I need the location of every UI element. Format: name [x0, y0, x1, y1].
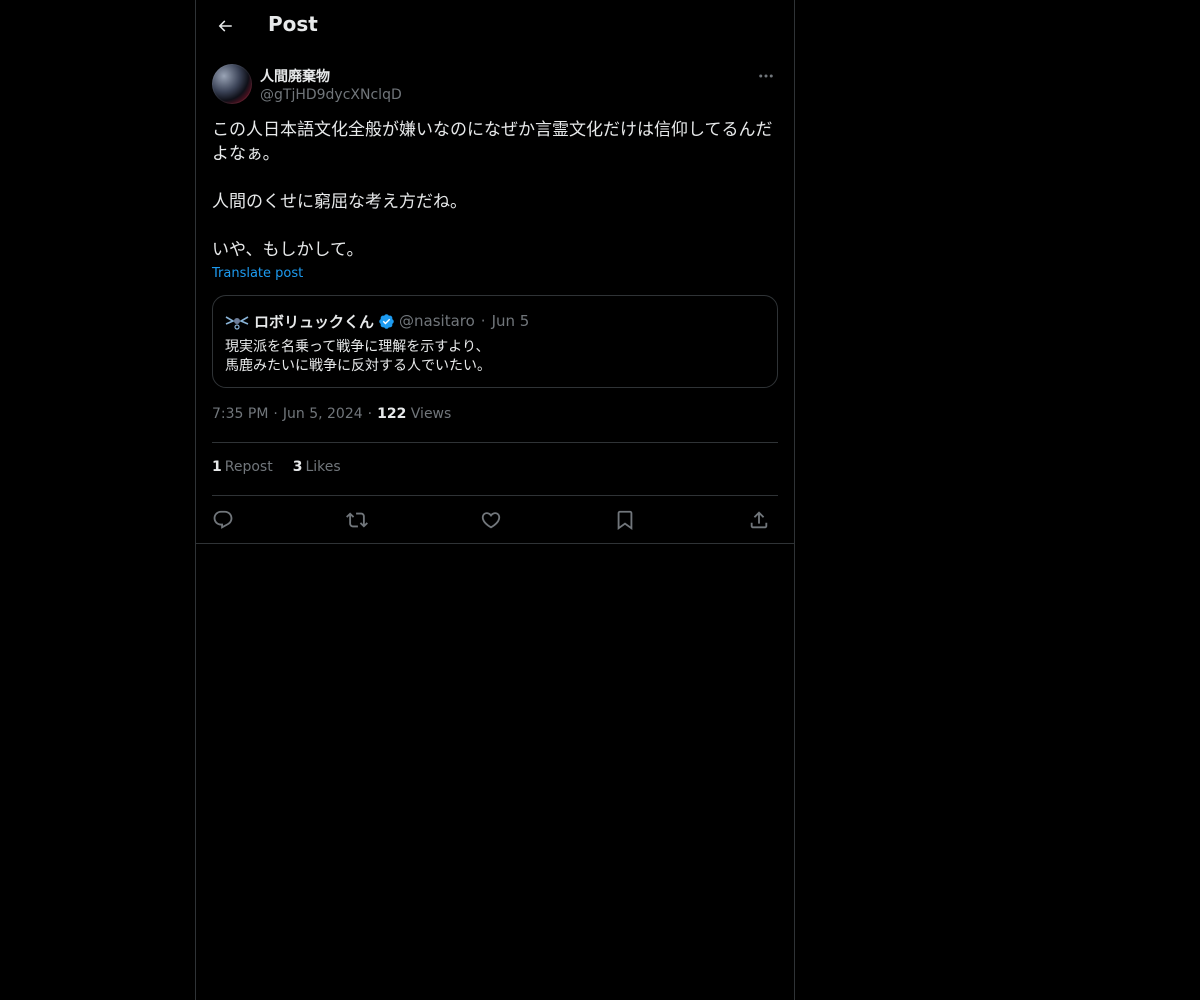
divider	[196, 543, 794, 544]
separator-dot: ·	[367, 406, 373, 422]
reposts-stat[interactable]: 1 Repost	[212, 459, 273, 475]
post-paragraph: いや、もしかして。	[212, 240, 364, 260]
post-date[interactable]: Jun 5, 2024	[283, 406, 363, 422]
quoted-text: 現実派を名乗って戦争に理解を示すより、 馬鹿みたいに戦争に反対する人でいたい。	[225, 338, 765, 376]
verified-badge-icon	[378, 313, 395, 330]
more-icon	[759, 74, 773, 78]
reposts-count: 1	[212, 459, 222, 475]
quoted-text-line: 現実派を名乗って戦争に理解を示すより、	[225, 339, 490, 355]
robot-avatar-icon	[225, 316, 249, 330]
quoted-avatar[interactable]	[225, 311, 249, 331]
reply-button[interactable]	[208, 505, 238, 535]
likes-count: 3	[292, 459, 303, 475]
more-button[interactable]	[754, 66, 778, 86]
repost-button[interactable]	[342, 505, 372, 535]
translate-post-link[interactable]: Translate post	[212, 266, 303, 281]
bookmark-button[interactable]	[610, 505, 640, 535]
quoted-handle: @nasitaro	[399, 312, 475, 330]
avatar[interactable]	[212, 64, 252, 104]
views-label: Views	[410, 406, 452, 422]
divider	[212, 442, 778, 443]
separator-dot: ·	[273, 406, 278, 422]
bookmark-icon	[617, 510, 633, 531]
quoted-post[interactable]: ロボリュックくん @nasitaro · Jun 5 現実派を名乗って戦争に理解…	[212, 295, 778, 388]
quoted-date[interactable]: Jun 5	[492, 312, 530, 330]
views-count: 122	[377, 406, 407, 422]
share-button[interactable]	[744, 505, 774, 535]
divider	[212, 495, 778, 496]
back-arrow-icon	[218, 20, 232, 32]
reply-icon	[213, 510, 233, 529]
quoted-post-header: ロボリュックくん @nasitaro · Jun 5	[225, 310, 529, 332]
post-header: Post	[196, 0, 794, 53]
separator-dot: ·	[480, 312, 486, 330]
post-stats: 1 Repost 3 Likes	[212, 459, 361, 475]
quoted-text-line: 馬鹿みたいに戦争に反対する人でいたい。	[225, 358, 491, 374]
post-meta: 7:35 PM · Jun 5, 2024 · 122 Views	[212, 406, 451, 422]
back-button[interactable]	[208, 9, 242, 43]
action-bar	[212, 505, 778, 535]
likes-label: Likes	[305, 459, 341, 475]
post-text: この人日本語文化全般が嫌いなのになぜか言霊文化だけは信仰してるんだ よなぁ。 人…	[212, 118, 780, 262]
like-button[interactable]	[476, 505, 506, 535]
post-paragraph: この人日本語文化全般が嫌いなのになぜか言霊文化だけは信仰してるんだ よなぁ。	[212, 120, 773, 164]
share-icon	[750, 511, 768, 529]
quoted-display-name: ロボリュックくん	[254, 312, 375, 331]
repost-icon	[346, 512, 368, 528]
author-handle[interactable]: @gTjHD9dycXNclqD	[260, 87, 402, 103]
likes-stat[interactable]: 3 Likes	[293, 459, 341, 475]
post-time[interactable]: 7:35 PM	[212, 406, 268, 422]
primary-column: Post 人間廃棄物 @gTjHD9dycXNclqD この人日本語文化全般が嫌…	[195, 0, 795, 1000]
like-icon	[481, 512, 501, 529]
author-display-name[interactable]: 人間廃棄物	[260, 66, 330, 86]
post-author: 人間廃棄物 @gTjHD9dycXNclqD	[212, 64, 778, 108]
page-title: Post	[268, 12, 318, 36]
post-paragraph: 人間のくせに窮屈な考え方だね。	[212, 192, 467, 212]
reposts-label: Repost	[224, 459, 273, 475]
